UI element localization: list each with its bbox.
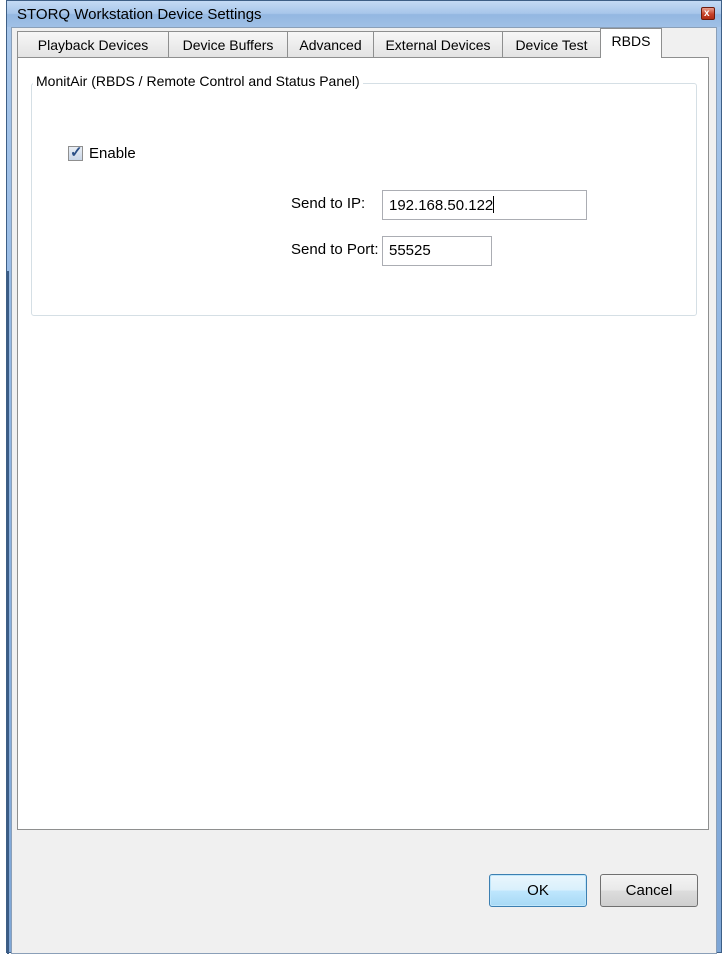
send-to-port-value: 55525 [389,242,431,259]
rbds-tab-page: MonitAir (RBDS / Remote Control and Stat… [17,57,709,830]
dialog-window: STORQ Workstation Device Settings x Play… [6,0,722,954]
close-button[interactable]: x [701,7,715,20]
send-to-port-input[interactable]: 55525 [382,236,492,266]
send-to-ip-value: 192.168.50.122 [389,197,494,214]
tab-advanced[interactable]: Advanced [287,31,374,57]
close-icon: x [704,8,710,19]
tab-external-devices[interactable]: External Devices [373,31,503,57]
enable-checkbox[interactable]: ✓ [68,144,83,161]
ok-button[interactable]: OK [489,874,587,907]
dialog-client-area: Playback Devices Device Buffers Advanced… [11,27,717,954]
enable-label[interactable]: Enable [89,145,136,162]
group-title: MonitAir (RBDS / Remote Control and Stat… [33,73,363,89]
window-title: STORQ Workstation Device Settings [17,6,262,23]
tab-device-test[interactable]: Device Test [502,31,601,57]
send-to-ip-label: Send to IP: [291,195,366,212]
window-border-accent [7,271,9,954]
tab-device-buffers[interactable]: Device Buffers [168,31,288,57]
cancel-button[interactable]: Cancel [600,874,698,907]
text-caret [493,196,495,213]
send-to-port-label: Send to Port: [291,241,379,258]
tab-playback-devices[interactable]: Playback Devices [17,31,169,57]
send-to-ip-input[interactable]: 192.168.50.122 [382,190,587,220]
checkmark-icon: ✓ [70,144,83,161]
title-bar[interactable]: STORQ Workstation Device Settings x [7,1,721,27]
tab-rbds[interactable]: RBDS [600,28,662,58]
